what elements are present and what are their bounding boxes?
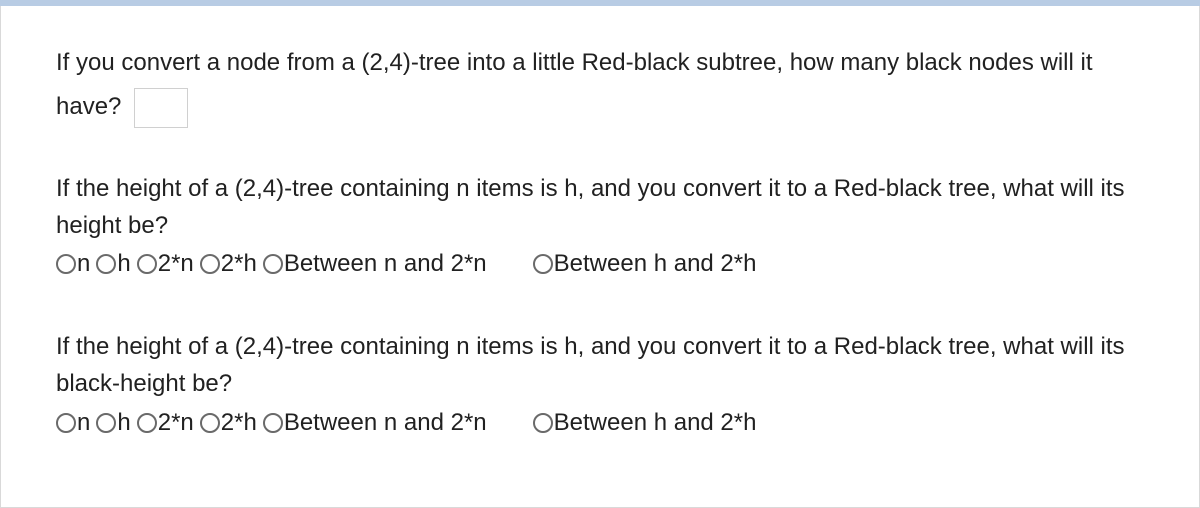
option-label: n	[77, 409, 90, 437]
question-1: If you convert a node from a (2,4)-tree …	[56, 41, 1144, 130]
q2-option-n[interactable]: n	[56, 250, 90, 278]
q2-option-between-h-2h[interactable]: Between h and 2*h	[533, 250, 757, 278]
q3-option-h[interactable]: h	[96, 409, 130, 437]
option-label: n	[77, 250, 90, 278]
radio-icon	[263, 413, 283, 433]
radio-icon	[200, 413, 220, 433]
question-2-options: n h 2*n 2*h Between n and 2*n Between h …	[56, 250, 1144, 278]
question-3: If the height of a (2,4)-tree containing…	[56, 328, 1144, 436]
option-label: 2*h	[221, 409, 257, 437]
q3-option-between-n-2n[interactable]: Between n and 2*n	[263, 409, 487, 437]
option-label: 2*h	[221, 250, 257, 278]
question-1-input[interactable]	[134, 88, 188, 128]
q3-option-between-h-2h[interactable]: Between h and 2*h	[533, 409, 757, 437]
q2-option-between-n-2n[interactable]: Between n and 2*n	[263, 250, 487, 278]
option-label: h	[117, 409, 130, 437]
radio-icon	[200, 254, 220, 274]
question-3-options: n h 2*n 2*h Between n and 2*n Between h …	[56, 409, 1144, 437]
option-label: 2*n	[158, 409, 194, 437]
radio-icon	[263, 254, 283, 274]
radio-icon	[533, 413, 553, 433]
q2-option-2h[interactable]: 2*h	[200, 250, 257, 278]
option-label: Between n and 2*n	[284, 409, 487, 437]
option-label: Between h and 2*h	[554, 250, 757, 278]
question-1-text: If you convert a node from a (2,4)-tree …	[56, 49, 1093, 120]
option-label: Between n and 2*n	[284, 250, 487, 278]
radio-icon	[137, 254, 157, 274]
q2-option-2n[interactable]: 2*n	[137, 250, 194, 278]
option-label: h	[117, 250, 130, 278]
option-label: Between h and 2*h	[554, 409, 757, 437]
q3-option-2n[interactable]: 2*n	[137, 409, 194, 437]
radio-icon	[96, 254, 116, 274]
radio-icon	[533, 254, 553, 274]
question-3-text: If the height of a (2,4)-tree containing…	[56, 328, 1144, 402]
radio-icon	[96, 413, 116, 433]
q2-option-h[interactable]: h	[96, 250, 130, 278]
q3-option-2h[interactable]: 2*h	[200, 409, 257, 437]
quiz-container: If you convert a node from a (2,4)-tree …	[0, 6, 1200, 508]
question-2: If the height of a (2,4)-tree containing…	[56, 170, 1144, 278]
radio-icon	[56, 254, 76, 274]
q3-option-n[interactable]: n	[56, 409, 90, 437]
radio-icon	[137, 413, 157, 433]
option-label: 2*n	[158, 250, 194, 278]
question-2-text: If the height of a (2,4)-tree containing…	[56, 170, 1144, 244]
radio-icon	[56, 413, 76, 433]
